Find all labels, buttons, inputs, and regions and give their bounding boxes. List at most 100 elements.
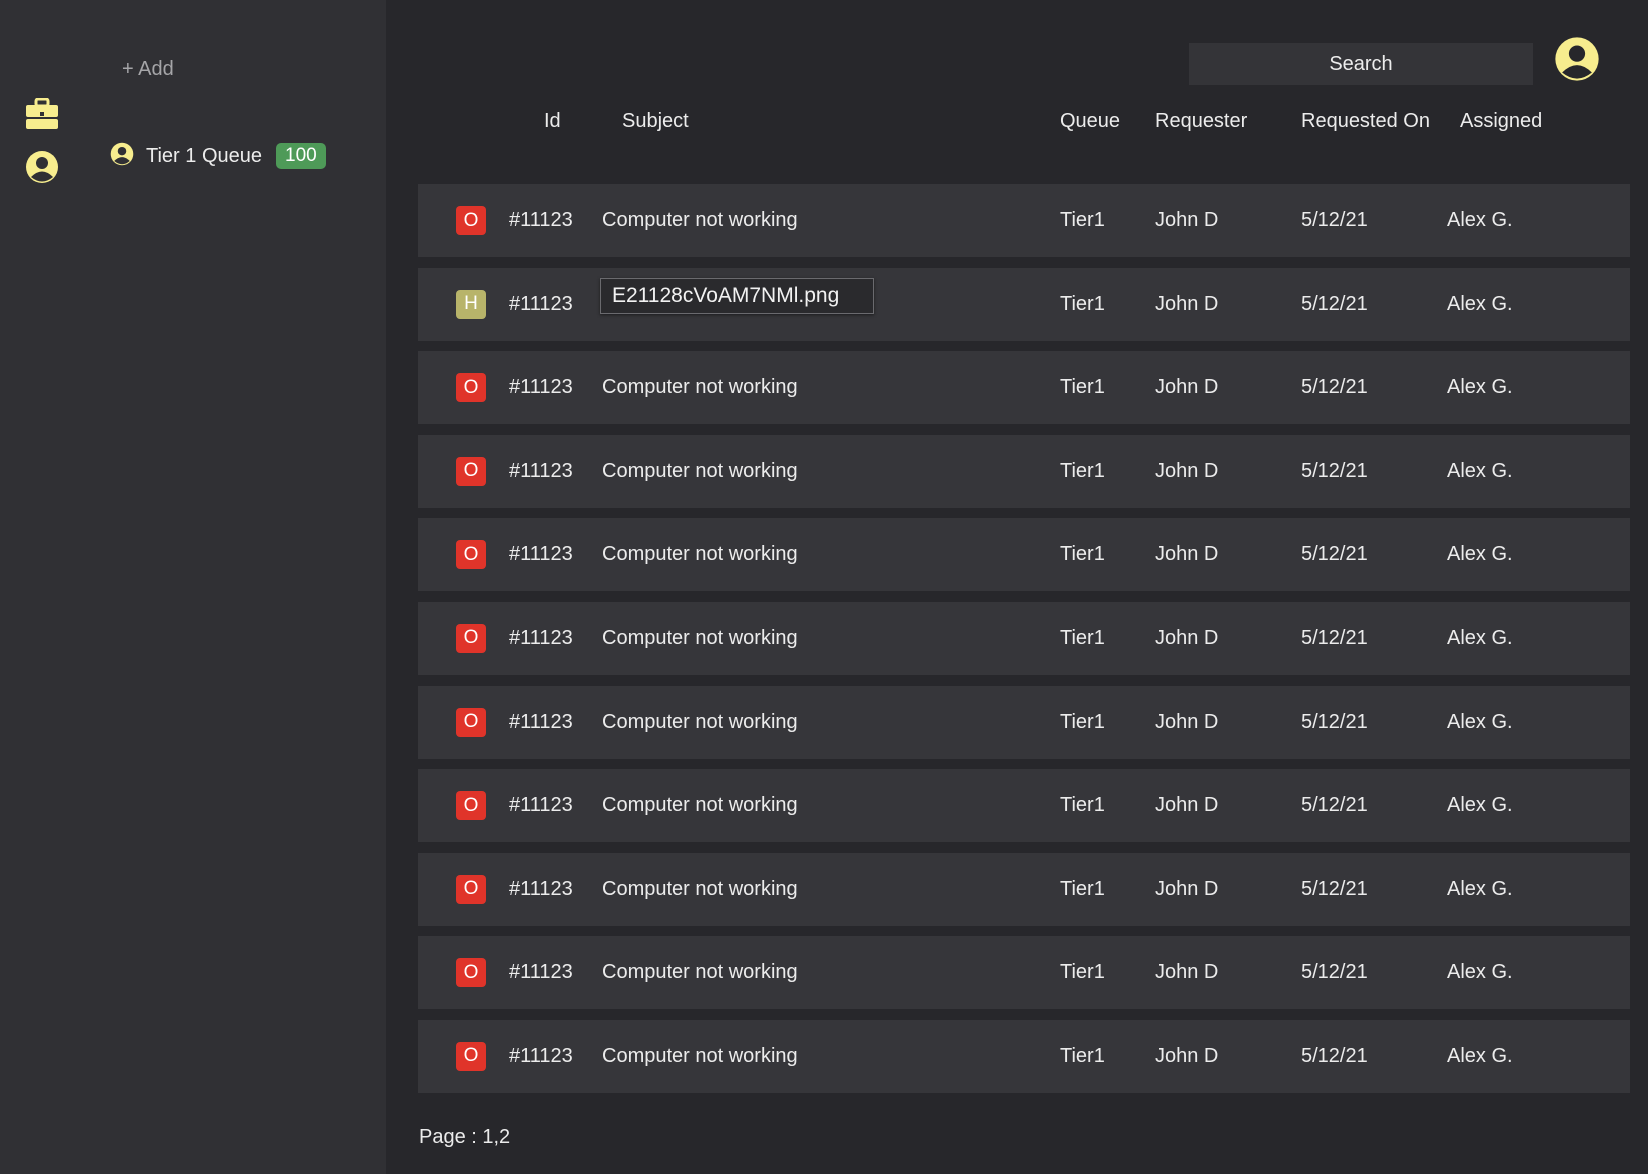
sidebar-item-tier1-queue[interactable]: Tier 1 Queue 100 — [110, 140, 326, 172]
ticket-list: O #11123 Computer not working Tier1 John D 5/… — [418, 184, 1630, 1104]
ticket-id: #11123 — [509, 459, 573, 482]
ticket-requester: John D — [1155, 961, 1219, 984]
ticket-assigned: Alex G. — [1447, 376, 1513, 399]
table-row[interactable]: O #11123 Computer not working Tier1 John D 5/… — [418, 434, 1630, 508]
ticket-queue: Tier1 — [1060, 543, 1105, 566]
ticket-queue: Tier1 — [1060, 1044, 1105, 1067]
table-row[interactable]: O #11123 Computer not working Tier1 John D 5/… — [418, 769, 1630, 843]
priority-badge: O — [456, 456, 486, 486]
ticket-requester: John D — [1155, 543, 1219, 566]
ticket-id: #11123 — [509, 794, 573, 817]
column-header-requester[interactable]: Requester — [1155, 110, 1247, 133]
ticket-requested-on: 5/12/21 — [1301, 543, 1368, 566]
ticket-queue: Tier1 — [1060, 710, 1105, 733]
add-queue-link[interactable]: + Add — [122, 58, 174, 81]
table-row[interactable]: O #11123 Computer not working Tier1 John D 5/… — [418, 852, 1630, 926]
ticket-assigned: Alex G. — [1447, 1044, 1513, 1067]
ticket-queue: Tier1 — [1060, 961, 1105, 984]
ticket-assigned: Alex G. — [1447, 877, 1513, 900]
ticket-requester: John D — [1155, 710, 1219, 733]
priority-badge: O — [456, 623, 486, 653]
ticket-id: #11123 — [509, 877, 573, 900]
column-header-queue[interactable]: Queue — [1060, 110, 1120, 133]
app-window: + Add Tier 1 Queue 100 Search Id Subject… — [0, 0, 1648, 1174]
ticket-requested-on: 5/12/21 — [1301, 209, 1368, 231]
ticket-subject: Computer not working — [602, 543, 798, 566]
column-header-subject[interactable]: Subject — [622, 110, 689, 133]
ticket-requester: John D — [1155, 459, 1219, 482]
priority-badge: H — [456, 289, 486, 319]
table-row[interactable]: O #11123 Computer not working Tier1 John D 5/… — [418, 184, 1630, 257]
search-input[interactable]: Search — [1189, 43, 1533, 85]
ticket-id: #11123 — [509, 710, 573, 733]
ticket-subject: Computer not working — [602, 376, 798, 399]
ticket-requester: John D — [1155, 1044, 1219, 1067]
priority-badge: O — [456, 206, 486, 235]
ticket-assigned: Alex G. — [1447, 459, 1513, 482]
ticket-requester: John D — [1155, 209, 1219, 231]
ticket-queue: Tier1 — [1060, 877, 1105, 900]
ticket-id: #11123 — [509, 626, 573, 649]
ticket-requester: John D — [1155, 376, 1219, 399]
ticket-requested-on: 5/12/21 — [1301, 794, 1368, 817]
pagination[interactable]: Page : 1,2 — [419, 1126, 510, 1149]
ticket-subject: Computer not working — [602, 961, 798, 984]
table-row[interactable]: O #11123 Computer not working Tier1 John D 5/… — [418, 351, 1630, 425]
ticket-requested-on: 5/12/21 — [1301, 459, 1368, 482]
ticket-assigned: Alex G. — [1447, 794, 1513, 817]
ticket-queue: Tier1 — [1060, 794, 1105, 817]
table-row[interactable]: O #11123 Computer not working Tier1 John D 5/… — [418, 936, 1630, 1010]
priority-badge: O — [456, 791, 486, 821]
priority-badge: O — [456, 540, 486, 570]
ticket-id: #11123 — [509, 1044, 573, 1067]
ticket-assigned: Alex G. — [1447, 292, 1513, 315]
priority-badge: O — [456, 874, 486, 904]
user-icon[interactable] — [24, 149, 60, 185]
ticket-id: #11123 — [509, 961, 573, 984]
ticket-assigned: Alex G. — [1447, 626, 1513, 649]
ticket-assigned: Alex G. — [1447, 209, 1513, 231]
ticket-subject: Computer not working — [602, 794, 798, 817]
column-header-assigned[interactable]: Assigned — [1460, 110, 1542, 133]
ticket-queue: Tier1 — [1060, 209, 1105, 231]
sidebar: + Add Tier 1 Queue 100 — [0, 0, 386, 1174]
ticket-requested-on: 5/12/21 — [1301, 292, 1368, 315]
ticket-requested-on: 5/12/21 — [1301, 376, 1368, 399]
priority-badge: O — [456, 373, 486, 403]
ticket-requester: John D — [1155, 626, 1219, 649]
queue-count-badge: 100 — [276, 143, 326, 169]
ticket-queue: Tier1 — [1060, 459, 1105, 482]
queue-label: Tier 1 Queue — [146, 144, 262, 167]
ticket-requester: John D — [1155, 877, 1219, 900]
ticket-id: #11123 — [509, 209, 573, 231]
table-row[interactable]: O #11123 Computer not working Tier1 John D 5/… — [418, 685, 1630, 759]
ticket-requested-on: 5/12/21 — [1301, 877, 1368, 900]
table-row[interactable]: O #11123 Computer not working Tier1 John D 5/… — [418, 601, 1630, 675]
ticket-id: #11123 — [509, 543, 573, 566]
ticket-requester: John D — [1155, 794, 1219, 817]
column-header-requested-on[interactable]: Requested On — [1301, 110, 1430, 133]
ticket-subject: Computer not working — [602, 459, 798, 482]
briefcase-icon[interactable] — [24, 96, 60, 132]
table-row[interactable]: O #11123 Computer not working Tier1 John D 5/… — [418, 1019, 1630, 1093]
filename-tooltip: E21128cVoAM7NMl.png — [600, 278, 874, 314]
ticket-id: #11123 — [509, 292, 573, 315]
ticket-assigned: Alex G. — [1447, 543, 1513, 566]
priority-badge: O — [456, 1041, 486, 1071]
ticket-requested-on: 5/12/21 — [1301, 710, 1368, 733]
priority-badge: O — [456, 958, 486, 988]
column-header-id[interactable]: Id — [544, 110, 561, 133]
priority-badge: O — [456, 707, 486, 737]
user-circle-icon — [110, 142, 134, 171]
ticket-assigned: Alex G. — [1447, 710, 1513, 733]
ticket-subject: Computer not working — [602, 209, 798, 231]
ticket-requested-on: 5/12/21 — [1301, 1044, 1368, 1067]
ticket-requester: John D — [1155, 292, 1219, 315]
profile-avatar-icon[interactable] — [1554, 36, 1600, 82]
ticket-subject: Computer not working — [602, 1044, 798, 1067]
ticket-requested-on: 5/12/21 — [1301, 626, 1368, 649]
ticket-id: #11123 — [509, 376, 573, 399]
ticket-queue: Tier1 — [1060, 292, 1105, 315]
table-row[interactable]: O #11123 Computer not working Tier1 John D 5/… — [418, 518, 1630, 592]
ticket-subject: Computer not working — [602, 877, 798, 900]
